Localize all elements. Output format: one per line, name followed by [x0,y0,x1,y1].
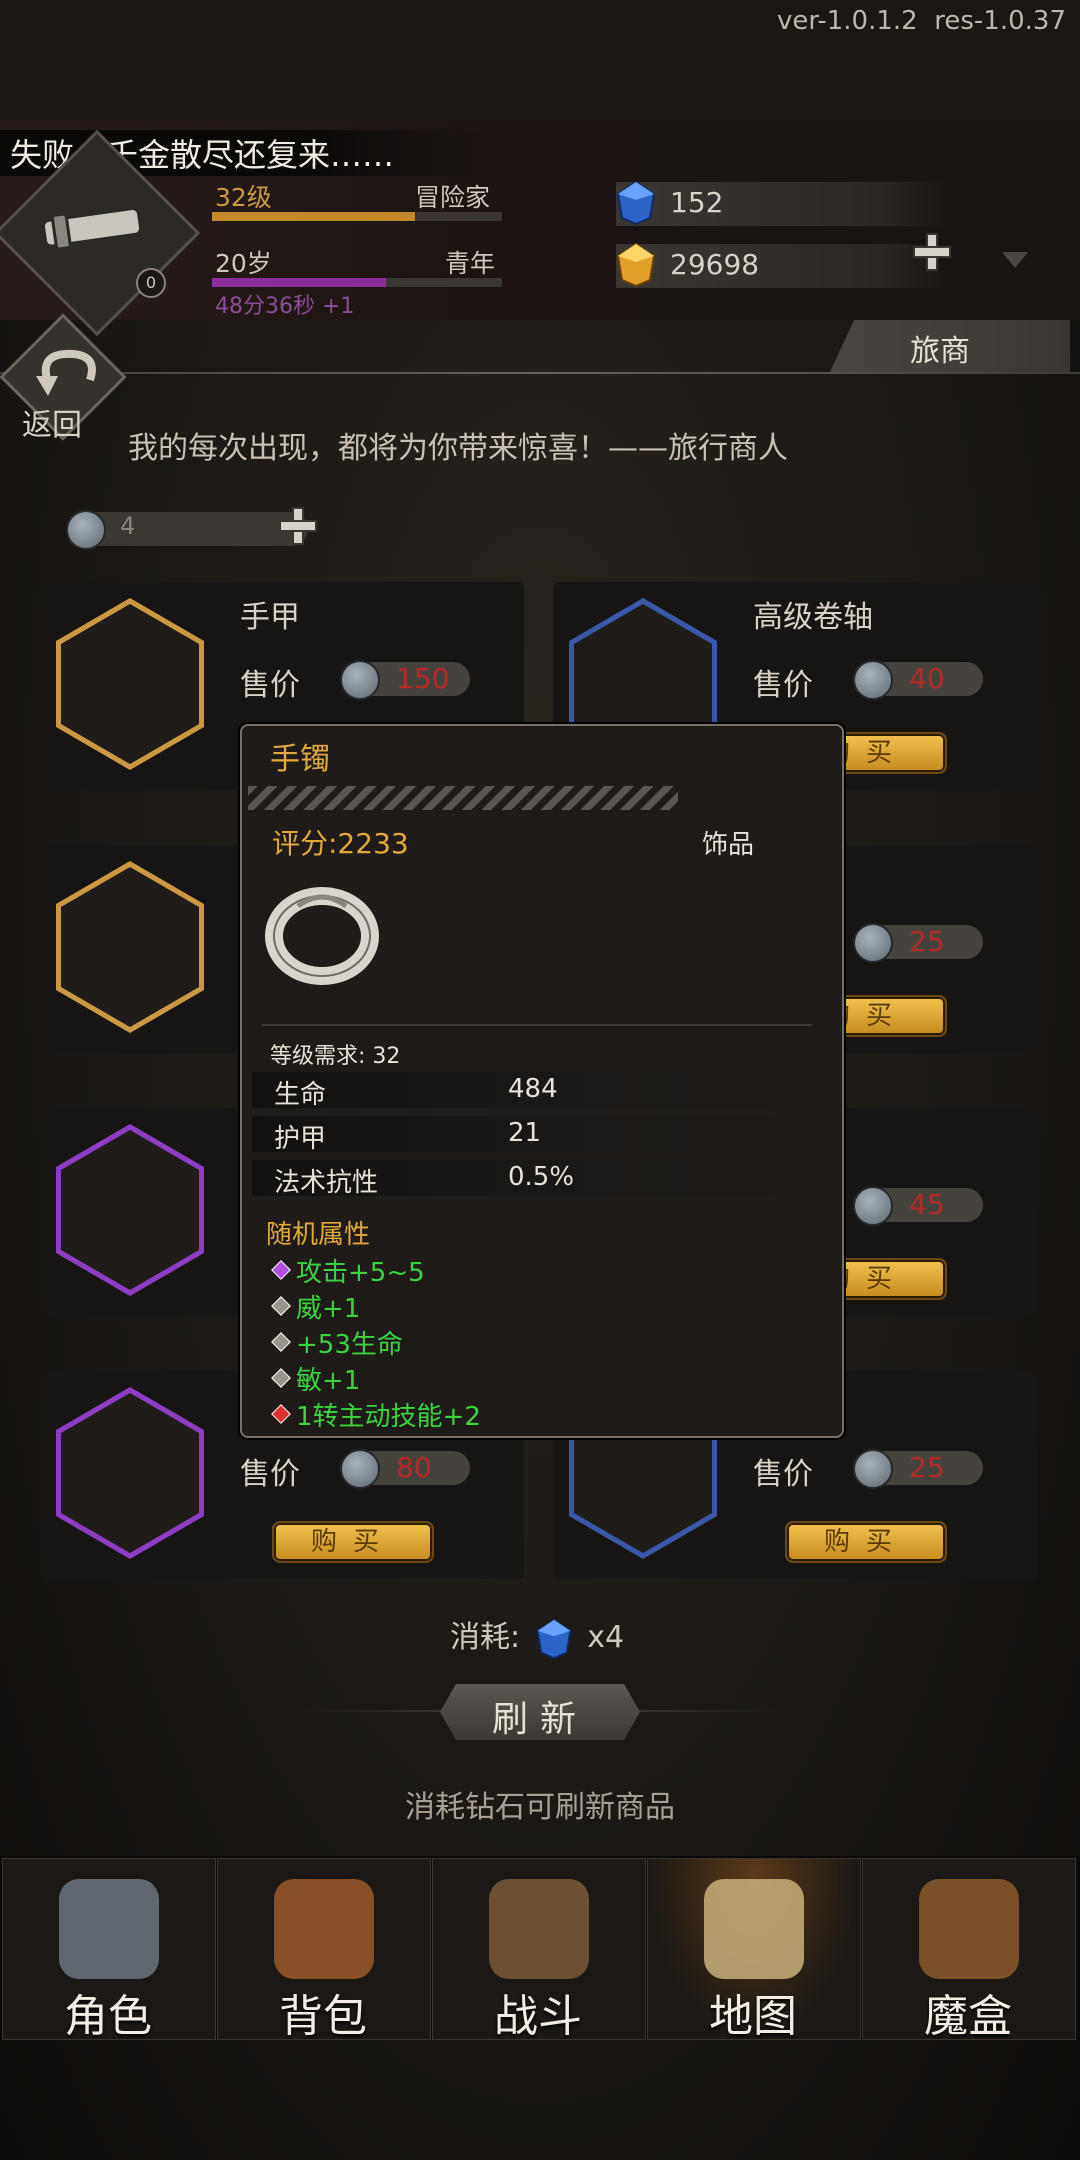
sword-shield-icon [489,1879,589,1979]
price-value: 150 [396,662,450,695]
level-progress-bar [212,212,502,221]
stat-value: 0.5% [508,1162,575,1192]
affix-text: 攻击+5~5 [296,1258,425,1288]
tooltip-title: 手镯 [270,742,330,777]
version-info: ver-1.0.1.2 res-1.0.37 [777,6,1066,36]
tooltip-hatch-divider [248,786,678,810]
price-value: 45 [909,1188,945,1221]
version-ver: ver-1.0.1.2 [776,6,918,36]
diamond-icon [536,1618,572,1659]
tooltip-score: 评分:2233 [272,827,409,860]
nav-label: 战斗 [494,1991,582,2042]
diamond-bar [616,182,946,226]
bracelet-icon [265,887,379,985]
refresh-hint: 消耗钻石可刷新商品 [405,1790,675,1825]
age-text: 20岁 [215,249,272,278]
refresh-button-label[interactable]: 刷新 [440,1690,640,1742]
version-res: res-1.0.37 [934,6,1066,36]
price-value: 25 [909,925,945,958]
price-label: 售价 [753,668,813,703]
age-progress-fill [212,278,386,287]
gold-count: 29698 [670,248,760,281]
affix-text: 1转主动技能+2 [296,1402,481,1432]
nav-label: 背包 [279,1991,367,2042]
consume-amount: x4 [587,1620,625,1655]
buy-button[interactable]: 购买 [272,1521,434,1563]
add-coin-icon[interactable] [278,506,318,546]
tab-label: 旅商 [910,334,970,369]
silver-coin-icon [853,1449,893,1489]
item-name: 高级卷轴 [753,600,873,635]
affix-text: 敏+1 [296,1366,361,1396]
random-attributes-title: 随机属性 [266,1220,371,1250]
level-text: 32级 [215,183,272,212]
gold-gem-icon [616,242,656,288]
silver-coin-icon [853,1186,893,1226]
nav-label: 地图 [709,1991,797,2042]
section-divider [0,372,1080,374]
price-label: 售价 [753,1457,813,1492]
silver-coin-icon [853,923,893,963]
stat-value: 21 [508,1118,542,1148]
silver-coin-icon [340,1449,380,1489]
diamond-count: 152 [670,186,724,219]
class-name: 冒险家 [415,183,491,212]
stat-value: 484 [508,1074,558,1104]
stat-name: 法术抗性 [274,1168,379,1198]
silver-coin-icon [66,510,106,550]
telescope-icon [41,207,143,251]
diamond-icon [616,180,656,226]
price-value: 40 [909,662,945,695]
price-value: 80 [396,1451,432,1484]
merchant-coin-count: 4 [120,512,136,540]
price-label: 售价 [240,1457,300,1492]
tooltip-requirement: 等级需求: 32 [270,1044,401,1069]
nav-label: 角色 [64,1991,152,2042]
price-label: 售价 [240,668,300,703]
age-stage: 青年 [445,249,496,278]
silver-coin-icon [340,660,380,700]
age-timer: 48分36秒 +1 [215,294,355,319]
tooltip-slot: 饰品 [702,830,755,860]
magic-box-icon [919,1879,1019,1979]
gold-bar [616,244,946,288]
age-progress-bar [212,278,502,287]
refresh-cost: 消耗: x4 [450,1612,624,1660]
stat-name: 护甲 [274,1124,327,1154]
return-arrow-icon [36,349,96,396]
affix-text: +53生命 [296,1330,403,1360]
stat-name: 生命 [274,1080,327,1110]
backpack-icon [274,1879,374,1979]
merchant-slogan: 我的每次出现，都将为你带来惊喜！——旅行商人 [128,431,788,466]
helmet-icon [59,1879,159,1979]
tooltip-divider [262,1024,812,1026]
scroll-map-icon [704,1879,804,1979]
price-value: 25 [909,1451,945,1484]
item-name: 手甲 [240,600,300,635]
level-progress-fill [212,212,415,221]
add-gold-icon[interactable] [912,232,952,272]
dropdown-arrow-icon[interactable] [1000,250,1030,270]
consume-label: 消耗: [450,1620,521,1655]
affix-text: 威+1 [296,1294,361,1324]
avatar-badge: 0 [136,268,166,298]
back-button[interactable]: 返回 [22,400,82,444]
nav-label: 魔盒 [924,1991,1012,2042]
silver-coin-icon [853,660,893,700]
game-screen: ver-1.0.1.2 res-1.0.37 失败，千金散尽还复来…… 0 32… [0,0,1080,2160]
buy-button[interactable]: 购买 [785,1521,947,1563]
